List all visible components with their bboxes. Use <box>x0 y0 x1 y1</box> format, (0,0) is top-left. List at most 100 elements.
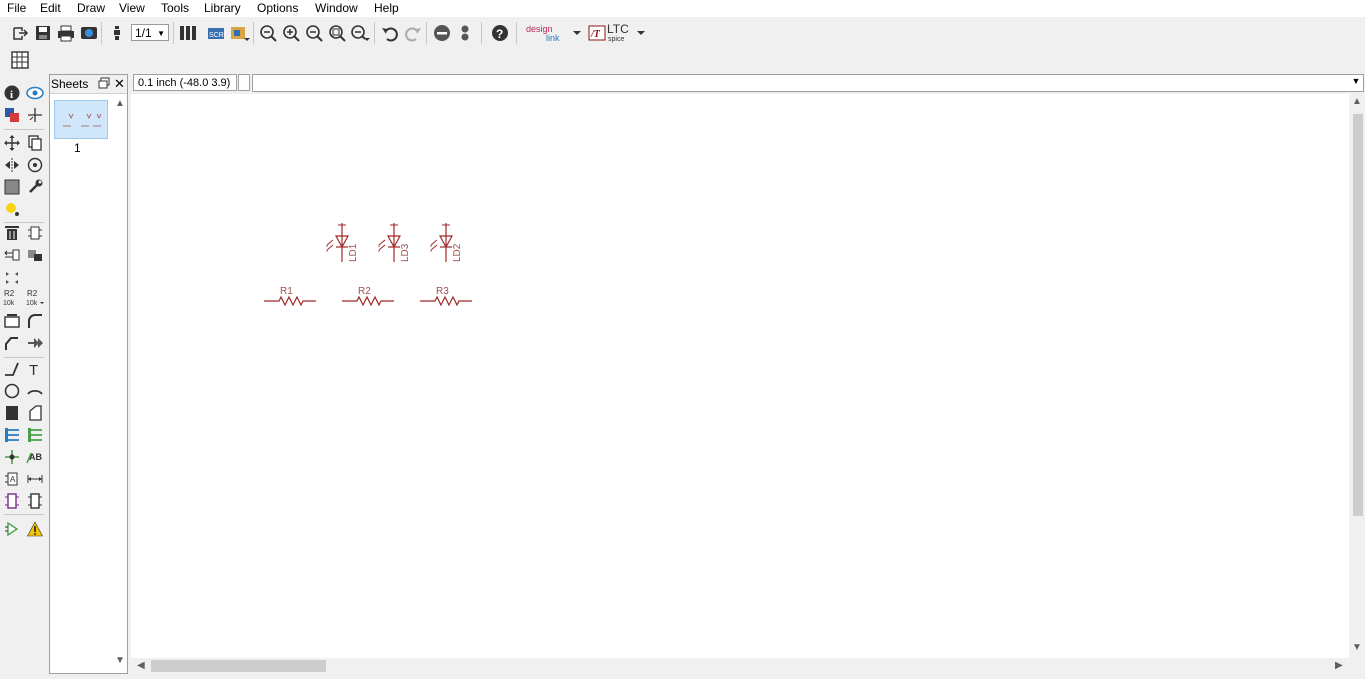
warning-icon[interactable] <box>26 520 44 538</box>
erc-icon[interactable] <box>3 520 21 538</box>
rotate-icon[interactable] <box>26 156 44 174</box>
net-icon[interactable] <box>26 426 44 444</box>
pinswap-icon[interactable] <box>3 246 21 264</box>
zoom-out-icon[interactable] <box>304 23 324 43</box>
rectangle-icon[interactable] <box>3 404 21 422</box>
stop-icon[interactable] <box>432 23 452 43</box>
miter-icon[interactable] <box>26 312 44 330</box>
mark-icon[interactable] <box>26 106 44 124</box>
info-icon[interactable]: i <box>3 84 21 102</box>
module-icon[interactable] <box>26 492 44 510</box>
resistor-symbol[interactable]: R2 <box>342 286 394 307</box>
replace-icon[interactable] <box>26 246 44 264</box>
use-library-icon[interactable] <box>178 23 198 43</box>
led-symbol[interactable]: LD2 <box>430 223 463 262</box>
zoom-select-icon[interactable] <box>327 23 347 43</box>
text-tool[interactable]: T <box>26 360 44 378</box>
scroll-down-icon[interactable]: ▼ <box>1352 642 1362 653</box>
svg-text:10k: 10k <box>3 300 15 307</box>
scroll-down-icon[interactable]: ▼ <box>115 655 125 666</box>
script-icon[interactable]: SCR <box>206 23 226 43</box>
scroll-up-icon[interactable]: ▲ <box>1352 96 1362 107</box>
sheets-panel-header: Sheets ✕ <box>50 75 127 94</box>
label-tool[interactable]: AB <box>26 448 44 466</box>
sheets-scrollbar[interactable]: ▲ ▼ <box>112 95 126 671</box>
scroll-left-icon[interactable]: ◀ <box>137 660 145 671</box>
gateswap-icon[interactable] <box>3 268 21 286</box>
menu-help[interactable]: Help <box>374 1 399 15</box>
junction-icon[interactable] <box>3 448 21 466</box>
ltspice-button[interactable]: /T LTC spice <box>588 22 634 44</box>
schematic-canvas[interactable]: LD1 LD3 LD2 R1 R2 R3 <box>131 94 1349 658</box>
redo-icon[interactable] <box>403 23 423 43</box>
zoom-last-icon[interactable] <box>350 23 370 43</box>
copy-icon[interactable] <box>26 134 44 152</box>
designlink-button[interactable]: design link <box>526 23 570 43</box>
add-icon[interactable] <box>26 224 44 242</box>
save-icon[interactable] <box>33 23 53 43</box>
led-symbol[interactable]: LD1 <box>326 223 359 262</box>
led-symbol[interactable]: LD3 <box>378 223 411 262</box>
horizontal-scrollbar[interactable]: ◀ ▶ <box>131 658 1349 674</box>
command-input[interactable] <box>252 74 1364 92</box>
menu-edit[interactable]: Edit <box>40 1 61 15</box>
move-icon[interactable] <box>3 134 21 152</box>
paste-icon[interactable] <box>3 200 21 218</box>
value-tool[interactable]: R2 10k <box>26 288 44 308</box>
menu-tools[interactable]: Tools <box>161 1 189 15</box>
invoke-icon[interactable] <box>26 334 44 352</box>
delete-icon[interactable] <box>3 224 21 242</box>
menu-options[interactable]: Options <box>257 1 298 15</box>
change-icon[interactable] <box>26 178 44 196</box>
bus-icon[interactable] <box>3 426 21 444</box>
cam-icon[interactable] <box>79 23 99 43</box>
resistor-symbol[interactable]: R3 <box>420 286 472 307</box>
svg-text:R2: R2 <box>4 289 15 298</box>
resistor-symbol[interactable]: R1 <box>264 286 316 307</box>
smash-icon[interactable] <box>3 312 21 330</box>
svg-text:LTC: LTC <box>607 22 629 36</box>
tool-palette: i R2 10k R2 10k T AB A <box>0 74 48 679</box>
go-icon[interactable] <box>455 23 475 43</box>
vertical-scroll-thumb[interactable] <box>1353 114 1363 516</box>
attribute-icon[interactable]: A <box>3 470 21 488</box>
designlink-dropdown-icon[interactable] <box>572 23 582 43</box>
ltspice-dropdown-icon[interactable] <box>636 23 646 43</box>
close-icon[interactable]: ✕ <box>114 76 125 92</box>
vertical-scrollbar[interactable]: ▲ ▼ <box>1349 94 1365 658</box>
mirror-icon[interactable] <box>3 156 21 174</box>
menu-file[interactable]: File <box>7 1 26 15</box>
display-layers-icon[interactable] <box>3 106 21 124</box>
print-icon[interactable] <box>56 23 76 43</box>
menu-draw[interactable]: Draw <box>77 1 105 15</box>
split-icon[interactable] <box>3 334 21 352</box>
ulp-icon[interactable] <box>230 23 250 43</box>
dimension-icon[interactable] <box>26 470 44 488</box>
name-tool[interactable]: R2 10k <box>3 288 21 308</box>
sheet-select[interactable]: 1/1 ▼ <box>131 24 169 41</box>
command-history-dropdown-icon[interactable]: ▼ <box>1350 76 1362 90</box>
scroll-right-icon[interactable]: ▶ <box>1335 660 1343 671</box>
group-icon[interactable] <box>3 178 21 196</box>
circle-icon[interactable] <box>3 382 21 400</box>
arc-icon[interactable] <box>26 382 44 400</box>
board-switch-icon[interactable] <box>107 23 127 43</box>
zoom-in-icon[interactable] <box>281 23 301 43</box>
led-label: LD2 <box>452 243 463 262</box>
sheet-thumbnail[interactable] <box>54 100 108 139</box>
zoom-fit-icon[interactable] <box>258 23 278 43</box>
wire-icon[interactable] <box>3 360 21 378</box>
scroll-up-icon[interactable]: ▲ <box>115 98 125 109</box>
undock-icon[interactable] <box>98 77 110 92</box>
menu-view[interactable]: View <box>119 1 145 15</box>
menu-library[interactable]: Library <box>204 1 241 15</box>
frame-icon[interactable] <box>3 492 21 510</box>
open-icon[interactable] <box>10 23 30 43</box>
horizontal-scroll-thumb[interactable] <box>151 660 326 672</box>
undo-icon[interactable] <box>380 23 400 43</box>
grid-icon[interactable] <box>10 50 30 70</box>
help-icon[interactable]: ? <box>490 23 510 43</box>
show-icon[interactable] <box>26 84 44 102</box>
polygon-icon[interactable] <box>26 404 44 422</box>
menu-window[interactable]: Window <box>315 1 358 15</box>
